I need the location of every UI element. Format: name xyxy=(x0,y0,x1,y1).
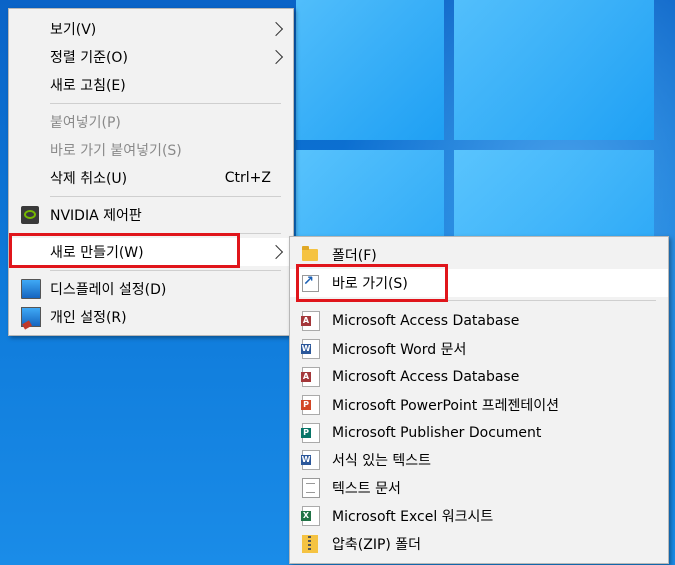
menu-item-label: 새로 고침(E) xyxy=(50,78,126,94)
menu-item-label: 바로 가기 붙여넣기(S) xyxy=(50,143,182,159)
submenu-item-publisher[interactable]: P Microsoft Publisher Document xyxy=(290,419,668,447)
submenu-item-access-database-2[interactable]: A Microsoft Access Database xyxy=(290,363,668,391)
submenu-item-word-document[interactable]: W Microsoft Word 문서 xyxy=(290,335,668,363)
menu-item-label: Microsoft Access Database xyxy=(332,369,520,385)
menu-separator xyxy=(50,196,281,197)
submenu-item-powerpoint[interactable]: P Microsoft PowerPoint 프레젠테이션 xyxy=(290,391,668,419)
menu-item-label: Microsoft Excel 워크시트 xyxy=(332,509,494,525)
word-icon: W xyxy=(301,339,320,359)
menu-item-display-settings[interactable]: 디스플레이 설정(D) xyxy=(9,275,293,303)
excel-icon: X xyxy=(301,506,320,526)
chevron-right-icon xyxy=(268,49,284,65)
display-icon xyxy=(21,279,41,299)
menu-item-undo-delete[interactable]: 삭제 취소(U) Ctrl+Z xyxy=(9,164,293,192)
menu-item-label: 서식 있는 텍스트 xyxy=(332,453,432,469)
menu-item-sort-by[interactable]: 정렬 기준(O) xyxy=(9,43,293,71)
menu-item-nvidia-control-panel[interactable]: NVIDIA 제어판 xyxy=(9,201,293,229)
menu-item-label: 삭제 취소(U) xyxy=(50,171,128,187)
menu-item-label: 디스플레이 설정(D) xyxy=(50,282,167,298)
menu-item-paste-shortcut[interactable]: 바로 가기 붙여넣기(S) xyxy=(9,136,293,164)
personalize-icon xyxy=(21,307,41,327)
submenu-item-access-database[interactable]: A Microsoft Access Database xyxy=(290,307,668,335)
access-icon: A xyxy=(301,367,320,387)
menu-item-label: 개인 설정(R) xyxy=(50,310,127,326)
menu-item-label: 정렬 기준(O) xyxy=(50,50,128,66)
folder-icon xyxy=(302,246,318,261)
desktop-context-menu: 보기(V) 정렬 기준(O) 새로 고침(E) 붙여넣기(P) 바로 가기 붙여… xyxy=(8,8,294,336)
menu-item-personalize[interactable]: 개인 설정(R) xyxy=(9,303,293,331)
publisher-icon: P xyxy=(301,423,320,443)
menu-item-label: 압축(ZIP) 폴더 xyxy=(332,537,422,553)
chevron-right-icon xyxy=(268,21,284,37)
annotation-highlight-shortcut xyxy=(296,264,448,302)
menu-item-label: 폴더(F) xyxy=(332,248,377,264)
menu-item-label: Microsoft Word 문서 xyxy=(332,342,467,358)
menu-item-paste[interactable]: 붙여넣기(P) xyxy=(9,108,293,136)
submenu-item-text-document[interactable]: 텍스트 문서 xyxy=(290,474,668,502)
menu-item-refresh[interactable]: 새로 고침(E) xyxy=(9,71,293,99)
chevron-right-icon xyxy=(268,244,284,260)
annotation-highlight-new xyxy=(9,233,240,268)
wordpad-icon: W xyxy=(301,450,320,470)
menu-item-shortcut: Ctrl+Z xyxy=(224,170,271,186)
text-document-icon xyxy=(302,478,320,498)
menu-item-view[interactable]: 보기(V) xyxy=(9,15,293,43)
menu-item-label: Microsoft Publisher Document xyxy=(332,425,542,441)
menu-item-label: Microsoft Access Database xyxy=(332,313,520,329)
menu-item-label: 보기(V) xyxy=(50,22,97,38)
menu-item-label: 붙여넣기(P) xyxy=(50,115,121,131)
menu-item-label: 텍스트 문서 xyxy=(332,481,401,497)
submenu-item-excel[interactable]: X Microsoft Excel 워크시트 xyxy=(290,502,668,530)
submenu-item-zip-folder[interactable]: 압축(ZIP) 폴더 xyxy=(290,530,668,558)
nvidia-icon xyxy=(21,206,39,224)
menu-separator xyxy=(50,103,281,104)
access-icon: A xyxy=(301,311,320,331)
submenu-item-rich-text[interactable]: W 서식 있는 텍스트 xyxy=(290,446,668,474)
zip-folder-icon xyxy=(302,535,318,553)
menu-item-label: Microsoft PowerPoint 프레젠테이션 xyxy=(332,398,559,414)
powerpoint-icon: P xyxy=(301,395,320,415)
menu-item-label: NVIDIA 제어판 xyxy=(50,208,142,224)
menu-separator xyxy=(50,270,281,271)
